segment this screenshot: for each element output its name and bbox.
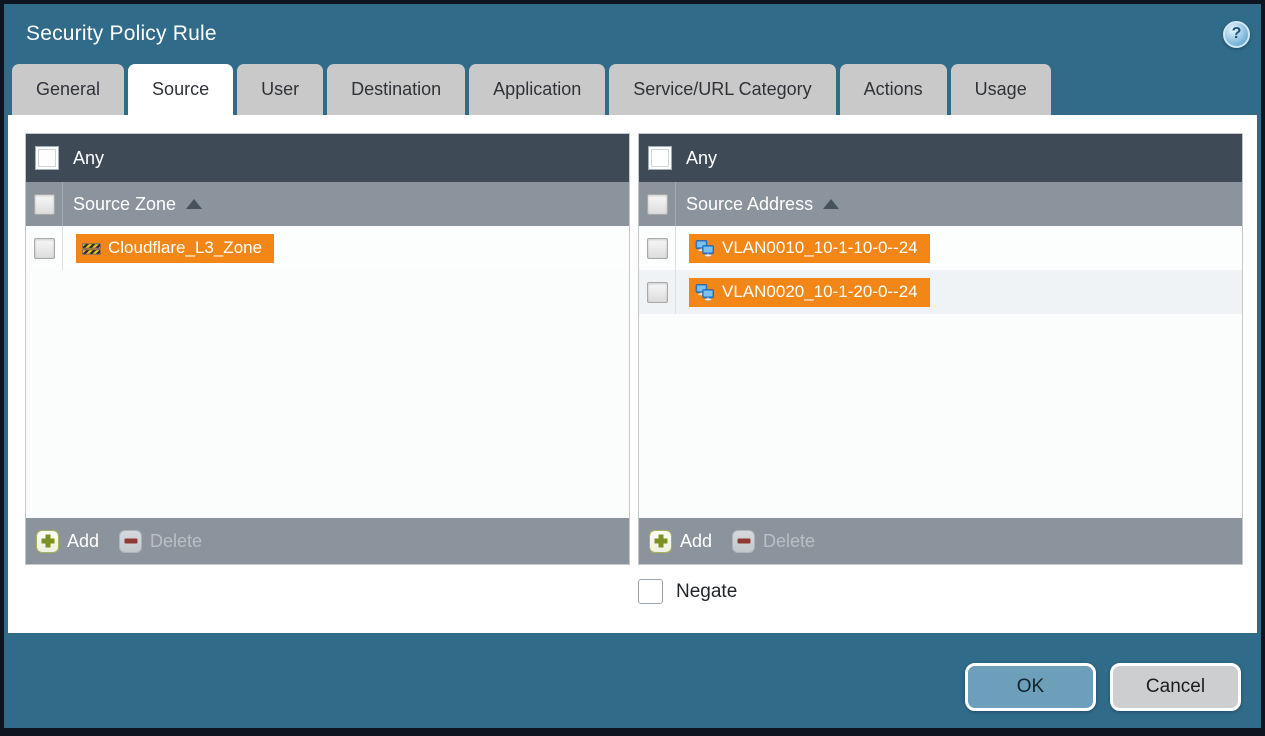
source-address-rows: VLAN0010_10-1-10-0--24 VLAN0020_10-1-20-… [639, 226, 1242, 518]
delete-button-label: Delete [763, 530, 816, 551]
zone-badge[interactable]: Cloudflare_L3_Zone [76, 233, 275, 263]
tab-actions[interactable]: Actions [839, 64, 947, 115]
security-policy-rule-dialog: Security Policy Rule ? General Source Us… [0, 0, 1265, 736]
address-badge[interactable]: VLAN0020_10-1-20-0--24 [689, 277, 930, 307]
negate-row: Negate [638, 579, 1257, 604]
source-zone-column-title: Source Zone [73, 193, 177, 214]
row-checkbox[interactable] [33, 237, 55, 259]
sort-asc-icon [186, 199, 203, 209]
tab-service-url-category[interactable]: Service/URL Category [609, 64, 836, 115]
negate-label: Negate [676, 580, 738, 602]
add-button-label: Add [67, 530, 100, 551]
source-address-panel: Any Source Address VLAN0010_10-1-10-0--2… [638, 133, 1243, 565]
tab-user[interactable]: User [237, 64, 324, 115]
tab-content-source: Any Source Zone Cloudflare_L3_Zone Add D… [8, 115, 1257, 633]
address-badge-label: VLAN0020_10-1-20-0--24 [722, 282, 918, 301]
delete-button-label: Delete [150, 530, 203, 551]
zone-icon [82, 242, 101, 255]
dialog-titlebar: Security Policy Rule ? [4, 4, 1261, 64]
table-row[interactable]: Cloudflare_L3_Zone [26, 226, 629, 270]
tab-application[interactable]: Application [469, 64, 606, 115]
add-button-label: Add [680, 530, 713, 551]
address-icon [695, 283, 714, 301]
source-address-any-checkbox[interactable] [648, 146, 672, 170]
sort-asc-icon [823, 199, 840, 209]
source-zone-footer: Add Delete [26, 518, 629, 564]
tab-usage[interactable]: Usage [950, 64, 1051, 115]
help-icon[interactable]: ? [1223, 20, 1250, 48]
cancel-button[interactable]: Cancel [1110, 663, 1241, 711]
plus-icon [649, 529, 672, 553]
tab-general[interactable]: General [12, 64, 125, 115]
source-address-column-title: Source Address [686, 193, 814, 214]
minus-icon [732, 529, 756, 553]
tab-source[interactable]: Source [128, 64, 234, 115]
add-button[interactable]: Add [36, 529, 100, 553]
source-address-any-header: Any [639, 134, 1242, 182]
plus-icon [36, 529, 59, 553]
panels-container: Any Source Zone Cloudflare_L3_Zone Add D… [8, 115, 1257, 565]
row-checkbox[interactable] [646, 281, 668, 303]
source-zone-any-header: Any [26, 134, 629, 182]
source-address-column-header[interactable]: Source Address [639, 182, 1242, 226]
minus-icon [119, 529, 143, 553]
zone-badge-label: Cloudflare_L3_Zone [108, 238, 263, 257]
table-row[interactable]: VLAN0010_10-1-10-0--24 [639, 226, 1242, 270]
source-zone-rows: Cloudflare_L3_Zone [26, 226, 629, 518]
row-checkbox[interactable] [646, 237, 668, 259]
delete-button[interactable]: Delete [732, 529, 816, 553]
dialog-footer: OK Cancel [4, 633, 1261, 728]
address-badge[interactable]: VLAN0010_10-1-10-0--24 [689, 233, 930, 263]
source-address-footer: Add Delete [639, 518, 1242, 564]
source-zone-panel: Any Source Zone Cloudflare_L3_Zone Add D… [25, 133, 630, 565]
dialog-title: Security Policy Rule [26, 22, 217, 45]
address-icon [695, 239, 714, 257]
source-address-selectall-checkbox[interactable] [646, 193, 668, 215]
ok-button[interactable]: OK [965, 663, 1096, 711]
tab-bar: General Source User Destination Applicat… [4, 64, 1261, 115]
source-zone-selectall-checkbox[interactable] [33, 193, 55, 215]
tab-destination[interactable]: Destination [327, 64, 466, 115]
add-button[interactable]: Add [649, 529, 713, 553]
negate-checkbox[interactable] [638, 579, 663, 604]
source-zone-any-label: Any [73, 147, 105, 168]
address-badge-label: VLAN0010_10-1-10-0--24 [722, 238, 918, 257]
table-row[interactable]: VLAN0020_10-1-20-0--24 [639, 270, 1242, 314]
source-zone-any-checkbox[interactable] [35, 146, 59, 170]
source-zone-column-header[interactable]: Source Zone [26, 182, 629, 226]
delete-button[interactable]: Delete [119, 529, 203, 553]
source-address-any-label: Any [686, 147, 718, 168]
